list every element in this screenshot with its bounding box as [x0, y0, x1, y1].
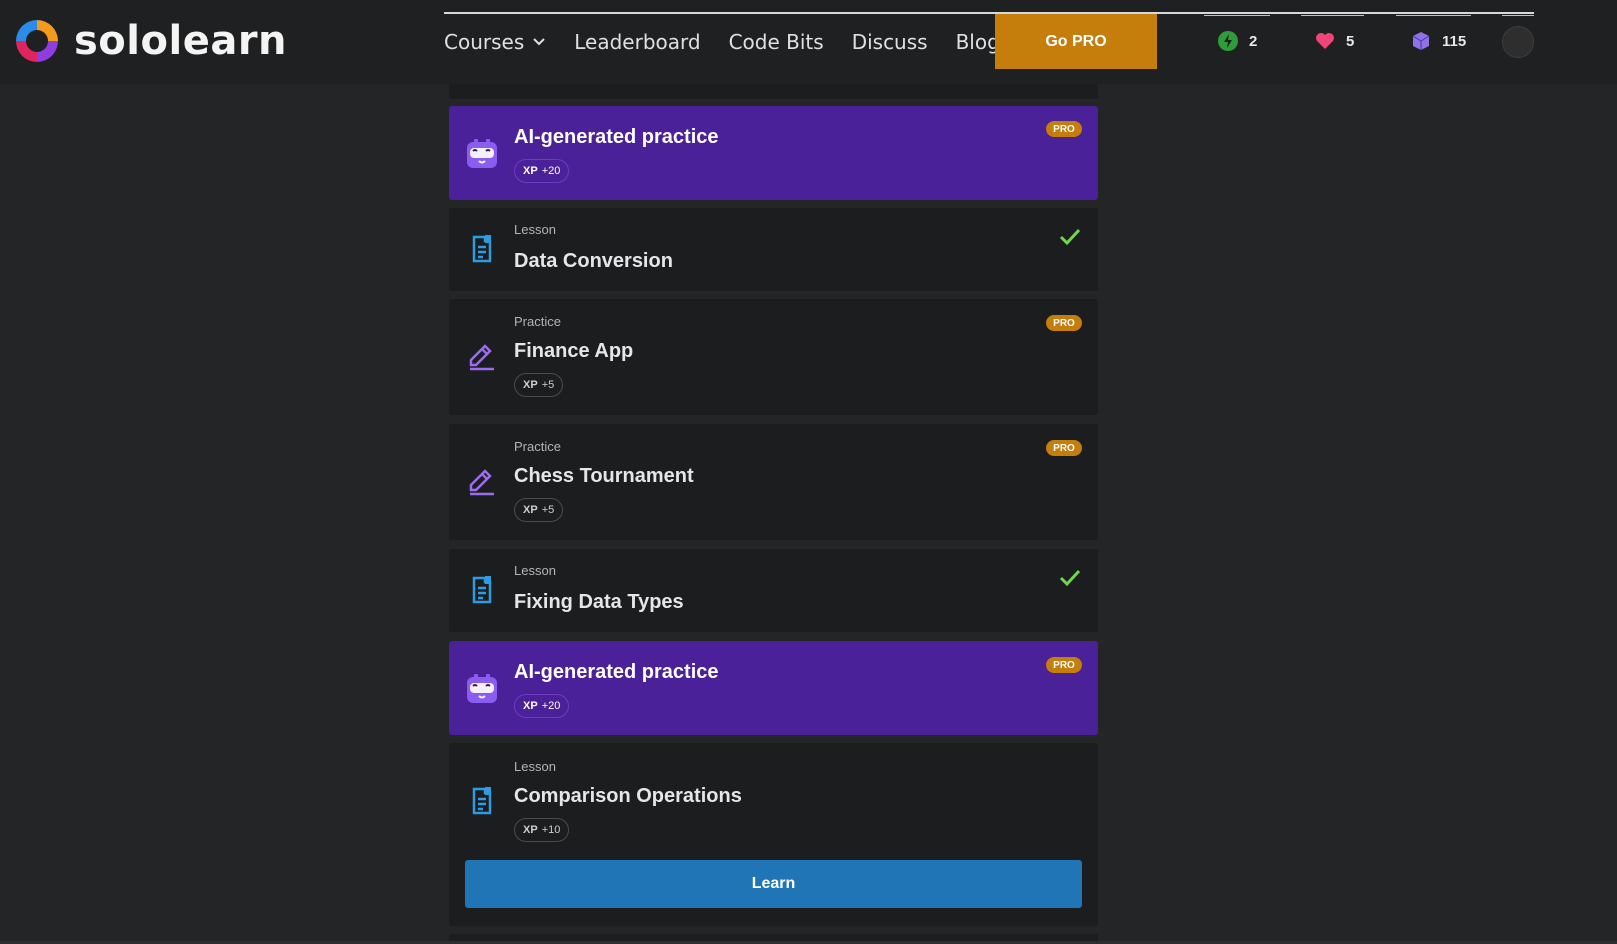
card-title: Data Conversion — [514, 250, 673, 272]
partial-card — [449, 84, 1098, 99]
check-icon — [1059, 228, 1081, 246]
ai-practice-card[interactable]: AI-generated practice XP +20 PRO — [449, 641, 1098, 735]
pro-badge: PRO — [1046, 657, 1082, 673]
sololearn-logo-icon — [16, 20, 58, 62]
xp-label: XP — [523, 700, 538, 712]
pro-badge: PRO — [1046, 121, 1082, 137]
xp-label: XP — [523, 504, 538, 516]
card-kind: Lesson — [514, 222, 556, 237]
top-navigation-bar: sololearn Courses Leaderboard Code Bits … — [0, 0, 1617, 84]
nav-courses[interactable]: Courses — [444, 30, 546, 54]
xp-badge: XP +5 — [514, 498, 564, 522]
bits-value: 115 — [1442, 32, 1467, 50]
pro-badge: PRO — [1046, 315, 1082, 331]
nav-leaderboard[interactable]: Leaderboard — [574, 30, 700, 54]
card-title: Fixing Data Types — [514, 591, 684, 613]
nav-discuss[interactable]: Discuss — [852, 30, 928, 54]
lightning-icon — [1218, 31, 1238, 51]
xp-badge: XP +20 — [514, 694, 570, 718]
ai-practice-card[interactable]: AI-generated practice XP +20 PRO — [449, 106, 1098, 200]
robot-face-icon — [467, 674, 497, 703]
card-kind: Lesson — [514, 563, 556, 578]
learn-button[interactable]: Learn — [465, 860, 1082, 908]
streak-cap — [1204, 15, 1270, 16]
xp-value: +5 — [541, 504, 555, 516]
bits-counter[interactable]: 115 — [1410, 30, 1466, 52]
lesson-card[interactable]: Lesson Data Conversion — [449, 208, 1098, 291]
hearts-counter[interactable]: 5 — [1314, 30, 1354, 52]
avatar-cap — [1502, 15, 1534, 16]
practice-card[interactable]: Practice Chess Tournament XP +5 PRO — [449, 424, 1098, 540]
pencil-edit-icon — [469, 469, 494, 496]
xp-label: XP — [523, 165, 538, 177]
xp-value: +5 — [541, 379, 555, 391]
cube-icon — [1412, 32, 1430, 50]
xp-value: +20 — [541, 700, 561, 712]
nav-blog[interactable]: Blog — [956, 30, 1000, 54]
lesson-document-icon — [472, 235, 492, 263]
card-kind: Practice — [514, 439, 561, 454]
lesson-card-active[interactable]: Lesson Comparison Operations XP +10 Lear… — [449, 743, 1098, 926]
main-nav: Courses Leaderboard Code Bits Discuss Bl… — [444, 30, 1028, 54]
lesson-card[interactable]: Lesson Fixing Data Types — [449, 549, 1098, 632]
xp-label: XP — [523, 824, 538, 836]
streak-value: 2 — [1249, 32, 1258, 50]
card-title: Finance App — [514, 340, 634, 362]
xp-value: +20 — [541, 165, 561, 177]
brand-name: sololearn — [74, 18, 288, 64]
xp-badge: XP +5 — [514, 373, 564, 397]
pro-badge: PRO — [1046, 440, 1082, 456]
lesson-document-icon — [472, 576, 492, 604]
card-title: Chess Tournament — [514, 465, 694, 487]
xp-value: +10 — [541, 824, 561, 836]
lesson-document-icon — [472, 787, 492, 815]
sololearn-logo[interactable]: sololearn — [12, 16, 287, 66]
card-title: Comparison Operations — [514, 785, 742, 807]
heart-icon — [1316, 33, 1334, 49]
top-divider — [444, 12, 1534, 14]
hearts-cap — [1301, 15, 1364, 16]
xp-badge: XP +20 — [514, 159, 570, 183]
streak-counter[interactable]: 2 — [1217, 30, 1257, 52]
chevron-down-icon — [533, 38, 545, 46]
robot-face-icon — [467, 139, 497, 168]
card-kind: Lesson — [514, 759, 556, 774]
nav-code-bits[interactable]: Code Bits — [729, 30, 824, 54]
xp-label: XP — [523, 379, 538, 391]
xp-badge: XP +10 — [514, 818, 570, 842]
card-title: AI-generated practice — [514, 126, 719, 148]
pencil-edit-icon — [469, 344, 494, 371]
nav-courses-label: Courses — [444, 30, 525, 54]
card-kind: Practice — [514, 314, 561, 329]
hearts-value: 5 — [1346, 32, 1355, 50]
go-pro-button[interactable]: Go PRO — [995, 14, 1157, 69]
bits-cap — [1396, 15, 1471, 16]
practice-card[interactable]: Practice Finance App XP +5 PRO — [449, 299, 1098, 415]
check-icon — [1059, 569, 1081, 587]
avatar[interactable] — [1502, 26, 1534, 58]
card-title: AI-generated practice — [514, 661, 719, 683]
